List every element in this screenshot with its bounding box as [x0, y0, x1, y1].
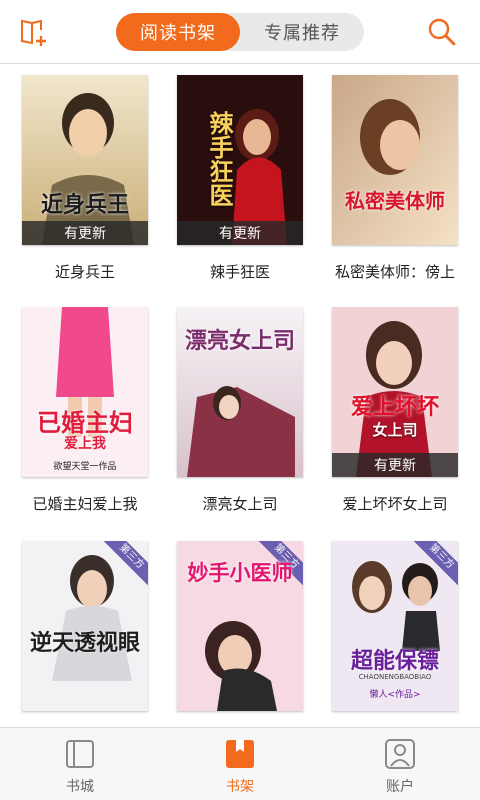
- book-item[interactable]: 第三方 逆天透视眼: [15, 541, 165, 725]
- book-item[interactable]: 辣手狂医 有更新 辣手狂医: [170, 75, 320, 307]
- cover-author: 懒人<作品>: [369, 690, 421, 700]
- cover-subtitle: 爱上我: [64, 436, 106, 452]
- book-title: 已婚主妇爱上我: [32, 495, 138, 513]
- tab-recommend[interactable]: 专属推荐: [240, 13, 364, 51]
- book-cover: 第三方 逆天透视眼: [22, 541, 148, 711]
- top-header: 阅读书架 专属推荐: [0, 0, 480, 64]
- book-title: 爱上坏坏女上司: [342, 495, 448, 513]
- book-title: 近身兵王: [54, 263, 115, 281]
- book-item[interactable]: 近身兵王 有更新 近身兵王: [15, 75, 165, 307]
- cover-author: 欲望天堂一作品: [53, 462, 117, 472]
- update-badge: 有更新: [332, 453, 458, 477]
- book-cover: 第三方 妙手小医师: [177, 541, 303, 711]
- book-item[interactable]: 爱上坏坏 女上司 有更新 爱上坏坏女上司: [325, 307, 475, 539]
- bookstore-icon: [60, 736, 100, 772]
- cover-title: 妙手小医师: [187, 560, 293, 585]
- bookshelf-grid: 近身兵王 有更新 近身兵王 辣手狂医 有更新 辣手狂医 私密美体师 私密美体师：…: [0, 65, 480, 725]
- cover-subtitle: 女上司: [372, 421, 418, 439]
- cover-title: 逆天透视眼: [29, 630, 140, 656]
- book-cover: 已婚主妇 爱上我 欲望天堂一作品: [22, 307, 148, 477]
- update-badge: 有更新: [22, 221, 148, 245]
- book-item[interactable]: 漂亮女上司 漂亮女上司: [170, 307, 320, 539]
- account-icon: [380, 736, 420, 772]
- bottom-navigation: 书城 书架 账户: [0, 727, 480, 800]
- nav-bookstore[interactable]: 书城: [0, 728, 160, 800]
- cover-subtitle: CHAONENGBAOBIAO: [358, 673, 432, 681]
- cover-title: 爱上坏坏: [350, 394, 439, 420]
- cover-title: 近身兵王: [40, 192, 129, 218]
- book-cover: 近身兵王 有更新: [22, 75, 148, 245]
- book-item[interactable]: 私密美体师 私密美体师：傍上: [325, 75, 475, 307]
- cover-title: 辣手狂医: [205, 111, 234, 207]
- nav-label: 书城: [66, 779, 94, 795]
- book-cover: 第三方 超能保镖 CHAONENGBAOBIAO 懒人<作品>: [332, 541, 458, 711]
- book-title: 漂亮女上司: [202, 495, 278, 513]
- nav-label: 书架: [226, 779, 254, 795]
- book-item[interactable]: 已婚主妇 爱上我 欲望天堂一作品 已婚主妇爱上我: [15, 307, 165, 539]
- book-cover: 漂亮女上司: [177, 307, 303, 477]
- book-cover: 爱上坏坏 女上司 有更新: [332, 307, 458, 477]
- tab-reading-shelf[interactable]: 阅读书架: [116, 13, 240, 51]
- nav-label: 账户: [386, 779, 414, 795]
- book-item[interactable]: 第三方 妙手小医师: [170, 541, 320, 725]
- book-cover: 私密美体师: [332, 75, 458, 245]
- book-cover: 辣手狂医 有更新: [177, 75, 303, 245]
- book-title: 辣手狂医: [209, 263, 270, 281]
- book-title: 私密美体师：傍上: [335, 263, 456, 281]
- nav-account[interactable]: 账户: [320, 728, 480, 800]
- shelf-tab-switch: 阅读书架 专属推荐: [116, 13, 364, 51]
- update-badge: 有更新: [177, 221, 303, 245]
- cover-title: 私密美体师: [345, 189, 445, 213]
- bookshelf-icon: [220, 736, 260, 772]
- nav-bookshelf[interactable]: 书架: [160, 728, 320, 800]
- cover-title: 超能保镖: [350, 648, 439, 674]
- add-book-icon[interactable]: [16, 14, 52, 50]
- book-item[interactable]: 第三方 超能保镖 CHAONENGBAOBIAO 懒人<作品>: [325, 541, 475, 725]
- search-icon[interactable]: [424, 14, 460, 50]
- cover-title: 漂亮女上司: [184, 328, 295, 354]
